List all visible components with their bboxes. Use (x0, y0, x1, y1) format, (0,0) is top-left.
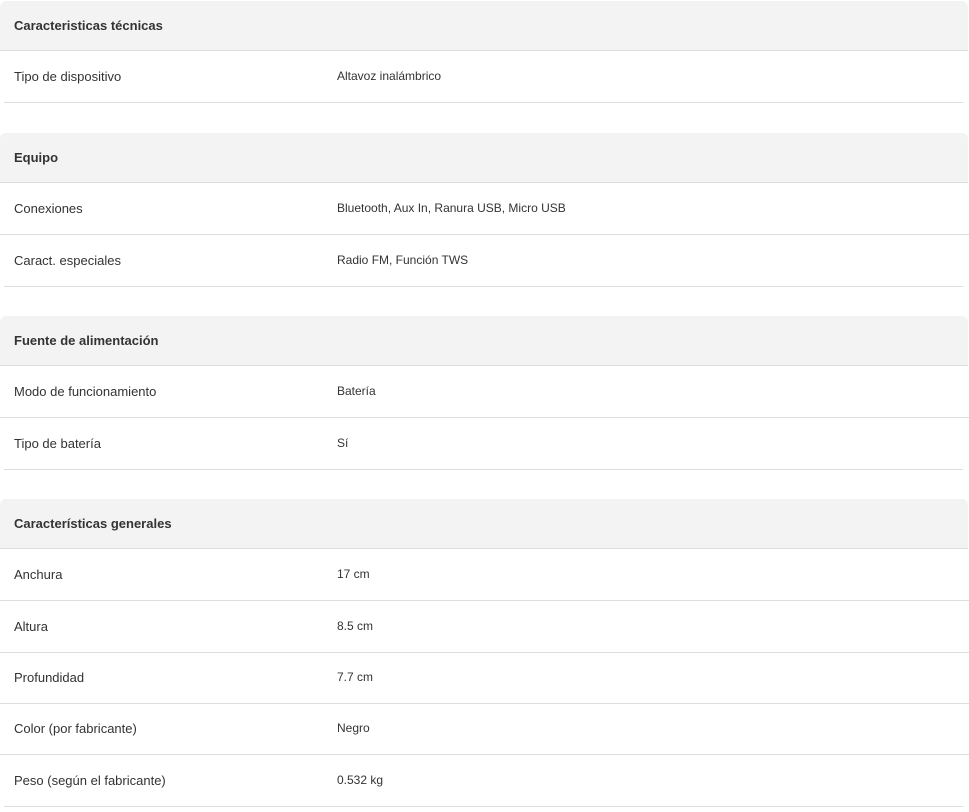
spec-row: Tipo de dispositivo Altavoz inalámbrico (0, 51, 969, 103)
spec-value: Sí (337, 436, 349, 450)
section-header: Caracteristicas técnicas (0, 1, 968, 51)
section-header: Equipo (0, 133, 968, 183)
spec-value: Bluetooth, Aux In, Ranura USB, Micro USB (337, 201, 566, 215)
spec-value: 0.532 kg (337, 773, 384, 787)
section-title: Características generales (14, 516, 172, 531)
spec-row: Altura 8.5 cm (0, 601, 969, 653)
spec-row: Conexiones Bluetooth, Aux In, Ranura USB… (0, 183, 969, 235)
section-header: Fuente de alimentación (0, 316, 968, 366)
spec-label: Profundidad (14, 670, 85, 685)
spec-label: Anchura (14, 567, 63, 582)
spec-label: Modo de funcionamiento (14, 384, 157, 399)
spec-label: Tipo de batería (14, 436, 101, 451)
spec-label: Peso (según el fabricante) (14, 773, 166, 788)
spec-label: Color (por fabricante) (14, 721, 137, 736)
spec-label: Conexiones (14, 201, 83, 216)
row-divider (4, 469, 963, 470)
spec-value: 8.5 cm (337, 619, 374, 633)
row-divider (4, 102, 963, 103)
section-title: Fuente de alimentación (14, 333, 159, 348)
spec-row: Profundidad 7.7 cm (0, 652, 969, 704)
spec-value: 7.7 cm (337, 670, 374, 684)
spec-row: Modo de funcionamiento Batería (0, 366, 969, 418)
spec-row: Caract. especiales Radio FM, Función TWS (0, 235, 969, 287)
spec-value: Negro (337, 721, 370, 735)
spec-row: Peso (según el fabricante) 0.532 kg (0, 755, 969, 807)
spec-row: Anchura 17 cm (0, 549, 969, 601)
spec-label: Tipo de dispositivo (14, 69, 122, 84)
row-divider (4, 806, 963, 807)
section-title: Caracteristicas técnicas (14, 18, 163, 33)
spec-value: Altavoz inalámbrico (337, 69, 442, 83)
spec-value: 17 cm (337, 567, 370, 581)
spec-label: Altura (14, 619, 48, 634)
spec-label: Caract. especiales (14, 253, 121, 268)
spec-value: Radio FM, Función TWS (337, 253, 469, 267)
spec-row: Tipo de batería Sí (0, 418, 969, 470)
section-title: Equipo (14, 150, 59, 165)
section-header: Características generales (0, 499, 968, 549)
row-divider (4, 286, 963, 287)
spec-value: Batería (337, 384, 376, 398)
spec-row: Color (por fabricante) Negro (0, 703, 969, 755)
